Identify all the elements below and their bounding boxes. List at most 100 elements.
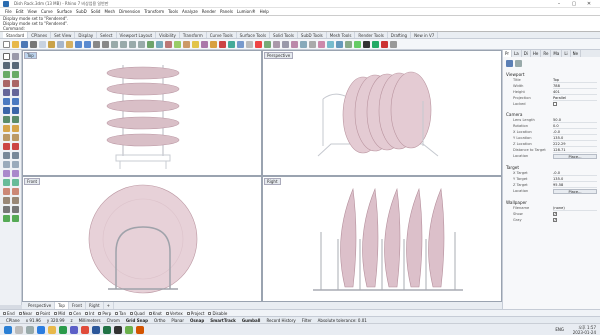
- menu-lumion[interactable]: Lumion®: [235, 8, 258, 15]
- vptab-front[interactable]: Front: [69, 302, 87, 309]
- search-icon[interactable]: [15, 326, 23, 334]
- tab-surface-tools[interactable]: Surface Tools: [237, 32, 271, 38]
- prop-value[interactable]: 0.0: [553, 124, 597, 129]
- menu-subd[interactable]: SubD: [74, 8, 89, 15]
- menu-mesh[interactable]: Mesh: [102, 8, 117, 15]
- zoom-selected-icon[interactable]: [138, 41, 145, 48]
- tab-select[interactable]: Select: [97, 32, 117, 38]
- cut-icon[interactable]: [48, 41, 55, 48]
- checkbox-icon[interactable]: [130, 311, 134, 315]
- join-icon[interactable]: [12, 125, 19, 132]
- tab-curve-tools[interactable]: Curve Tools: [207, 32, 237, 38]
- properties-tool-icon[interactable]: [12, 215, 19, 222]
- save-icon[interactable]: [21, 41, 28, 48]
- split-icon[interactable]: [3, 143, 10, 150]
- viewport-label-right[interactable]: Right: [264, 178, 281, 185]
- panel-tab-materials[interactable]: Ma: [551, 50, 563, 57]
- edge-icon[interactable]: [37, 326, 45, 334]
- prop-value[interactable]: 135.0: [553, 177, 597, 182]
- menu-solid[interactable]: Solid: [89, 8, 103, 15]
- rhino-taskbar-icon[interactable]: [114, 326, 122, 334]
- tab-render-tools[interactable]: Render Tools: [355, 32, 388, 38]
- projection-select[interactable]: Parallel: [553, 96, 597, 101]
- group-icon[interactable]: [12, 206, 19, 213]
- prop-value[interactable]: 95.58: [553, 183, 597, 188]
- menu-tools[interactable]: Tools: [166, 8, 180, 15]
- tab-subd-tools[interactable]: SubD Tools: [298, 32, 327, 38]
- lumion-taskbar-icon[interactable]: [125, 326, 133, 334]
- text-icon[interactable]: [12, 188, 19, 195]
- panel-tab-help[interactable]: He: [531, 50, 542, 57]
- fillet-icon[interactable]: [12, 89, 19, 96]
- block-icon[interactable]: [3, 206, 10, 213]
- show-objects-icon[interactable]: [174, 41, 181, 48]
- prop-value[interactable]: 401: [553, 90, 597, 95]
- vptab-right[interactable]: Right: [86, 302, 104, 309]
- locked-checkbox[interactable]: [553, 102, 557, 106]
- select-icon[interactable]: [165, 41, 172, 48]
- zoom-icon[interactable]: [111, 41, 118, 48]
- pan-icon[interactable]: [93, 41, 100, 48]
- named-views-icon[interactable]: [291, 41, 298, 48]
- tab-cplanes[interactable]: CPlanes: [28, 32, 52, 38]
- checkbox-icon[interactable]: [18, 311, 22, 315]
- panel-tab-render[interactable]: Re: [541, 50, 552, 57]
- menu-transform[interactable]: Transform: [142, 8, 166, 15]
- play-icon[interactable]: [372, 41, 379, 48]
- prop-value[interactable]: 50.0: [553, 118, 597, 123]
- mirror-icon[interactable]: [3, 170, 10, 177]
- checkbox-icon[interactable]: [54, 311, 58, 315]
- tab-solid-tools[interactable]: Solid Tools: [270, 32, 298, 38]
- tab-display[interactable]: Display: [75, 32, 98, 38]
- menu-view[interactable]: View: [25, 8, 39, 15]
- line-icon[interactable]: [3, 62, 10, 69]
- panel-tab-properties[interactable]: Pr: [503, 50, 512, 57]
- ellipse-icon[interactable]: [12, 80, 19, 87]
- viewport-label-top[interactable]: Top: [24, 52, 37, 59]
- menu-file[interactable]: File: [3, 8, 14, 15]
- viewport-perspective[interactable]: Perspective: [262, 50, 502, 176]
- tab-set-view[interactable]: Set View: [51, 32, 76, 38]
- copy-icon[interactable]: [57, 41, 64, 48]
- history-icon[interactable]: [273, 41, 280, 48]
- tab-mesh-tools[interactable]: Mesh Tools: [327, 32, 356, 38]
- teams-icon[interactable]: [70, 326, 78, 334]
- prop-value[interactable]: 222.29: [553, 142, 597, 147]
- tab-viewport-layout[interactable]: Viewport Layout: [117, 32, 157, 38]
- loft-icon[interactable]: [12, 98, 19, 105]
- sphere-icon[interactable]: [3, 116, 10, 123]
- curve-tool-icon[interactable]: [3, 89, 10, 96]
- trim-icon[interactable]: [12, 134, 19, 141]
- render-tool-icon[interactable]: [12, 197, 19, 204]
- offset-icon[interactable]: [12, 143, 19, 150]
- import-icon[interactable]: [39, 41, 46, 48]
- zoom-window-icon[interactable]: [120, 41, 127, 48]
- tab-drafting[interactable]: Drafting: [388, 32, 412, 38]
- checkbox-icon[interactable]: [69, 311, 73, 315]
- options-icon[interactable]: [246, 41, 253, 48]
- checkbox-icon[interactable]: [98, 311, 102, 315]
- tab-transform[interactable]: Transform: [180, 32, 207, 38]
- viewport-top[interactable]: Top: [22, 50, 262, 176]
- subd-icon[interactable]: [12, 179, 19, 186]
- cylinder-icon[interactable]: [12, 116, 19, 123]
- show-checkbox[interactable]: ✓: [553, 212, 557, 216]
- layer-icon[interactable]: [201, 41, 208, 48]
- app-taskbar-icon[interactable]: [136, 326, 144, 334]
- system-tray[interactable]: 오후 1:57 2023-01-24: [573, 325, 596, 335]
- minimize-button[interactable]: –: [552, 0, 566, 8]
- properties-icon[interactable]: [264, 41, 271, 48]
- menu-help[interactable]: Help: [258, 8, 271, 15]
- checkbox-icon[interactable]: [36, 311, 40, 315]
- rectangle-icon[interactable]: [3, 80, 10, 87]
- box-icon[interactable]: [12, 107, 19, 114]
- material-icon[interactable]: [237, 41, 244, 48]
- panel-tab-display[interactable]: Di: [522, 50, 531, 57]
- menu-render[interactable]: Render: [200, 8, 218, 15]
- dimension-icon[interactable]: [219, 41, 226, 48]
- tab-standard[interactable]: Standard: [3, 32, 29, 38]
- maximize-button[interactable]: ▢: [567, 0, 581, 8]
- zoom-extents-icon[interactable]: [129, 41, 136, 48]
- mesh-icon[interactable]: [345, 41, 352, 48]
- rotate-view-icon[interactable]: [102, 41, 109, 48]
